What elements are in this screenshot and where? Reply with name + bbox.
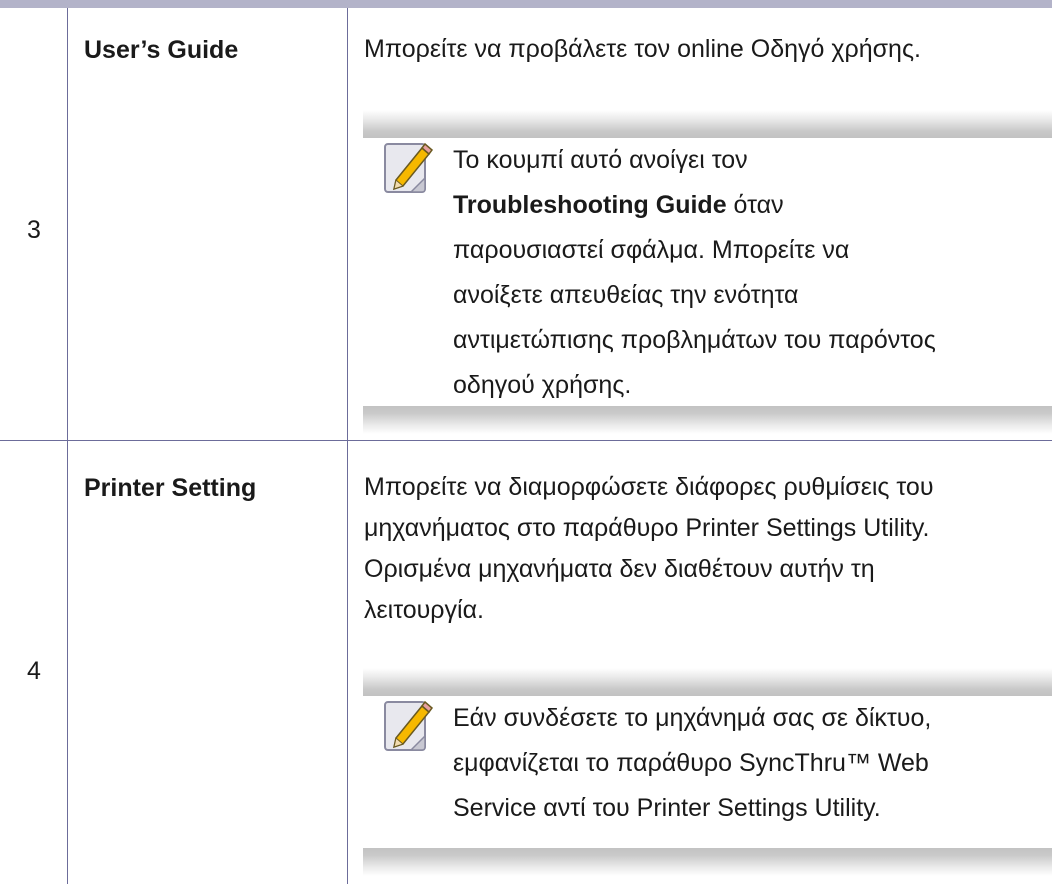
note-line-rest: όταν: [726, 191, 784, 219]
note-text: Το κουμπί αυτό ανοίγει τον Troubleshooti…: [453, 138, 1052, 408]
note-line: εμφανίζεται το παράθυρο SyncThru™ Web: [453, 749, 929, 777]
header-bar: [0, 0, 1052, 8]
note-text: Εάν συνδέσετε το μηχάνημά σας σε δίκτυο,…: [453, 696, 1052, 831]
column-divider-1: [67, 8, 68, 884]
note-line: παρουσιαστεί σφάλμα. Μπορείτε να: [453, 236, 850, 264]
note-line: Troubleshooting Guide όταν: [453, 183, 1052, 228]
note-box: Το κουμπί αυτό ανοίγει τον Troubleshooti…: [363, 110, 1052, 434]
note-line: Service αντί του Printer Settings Utilit…: [453, 794, 881, 822]
feature-description: Μπορείτε να προβάλετε τον online Οδηγό χ…: [364, 35, 921, 63]
note-bottom-band: [363, 406, 1052, 434]
description-line: Ορισμένα μηχανήματα δεν διαθέτουν αυτήν …: [364, 555, 875, 583]
note-line: οδηγού χρήσης.: [453, 371, 632, 399]
row-number: 3: [27, 216, 41, 244]
note-top-band: [363, 668, 1052, 696]
feature-title: Printer Setting: [84, 474, 257, 502]
feature-title: User’s Guide: [84, 36, 239, 64]
feature-description: Μπορείτε να διαμορφώσετε διάφορες ρυθμίσ…: [364, 467, 1052, 631]
note-top-band: [363, 110, 1052, 138]
row-divider: [0, 440, 1052, 441]
note-box: Εάν συνδέσετε το μηχάνημά σας σε δίκτυο,…: [363, 668, 1052, 876]
description-line: λειτουργία.: [364, 596, 484, 624]
description-line: Μπορείτε να διαμορφώσετε διάφορες ρυθμίσ…: [364, 473, 934, 501]
note-line: αντιμετώπισης προβλημάτων του παρόντος: [453, 326, 936, 354]
note-pencil-icon: [382, 140, 436, 198]
column-divider-2: [347, 8, 348, 884]
row-number: 4: [27, 657, 41, 685]
note-bottom-band: [363, 848, 1052, 876]
description-line: μηχανήματος στο παράθυρο Printer Setting…: [364, 514, 930, 542]
note-line: Εάν συνδέσετε το μηχάνημά σας σε δίκτυο,: [453, 704, 932, 732]
note-pencil-icon: [382, 698, 436, 756]
note-bold-term: Troubleshooting Guide: [453, 191, 727, 219]
note-line: Το κουμπί αυτό ανοίγει τον: [453, 146, 748, 174]
note-line: ανοίξετε απευθείας την ενότητα: [453, 281, 799, 309]
